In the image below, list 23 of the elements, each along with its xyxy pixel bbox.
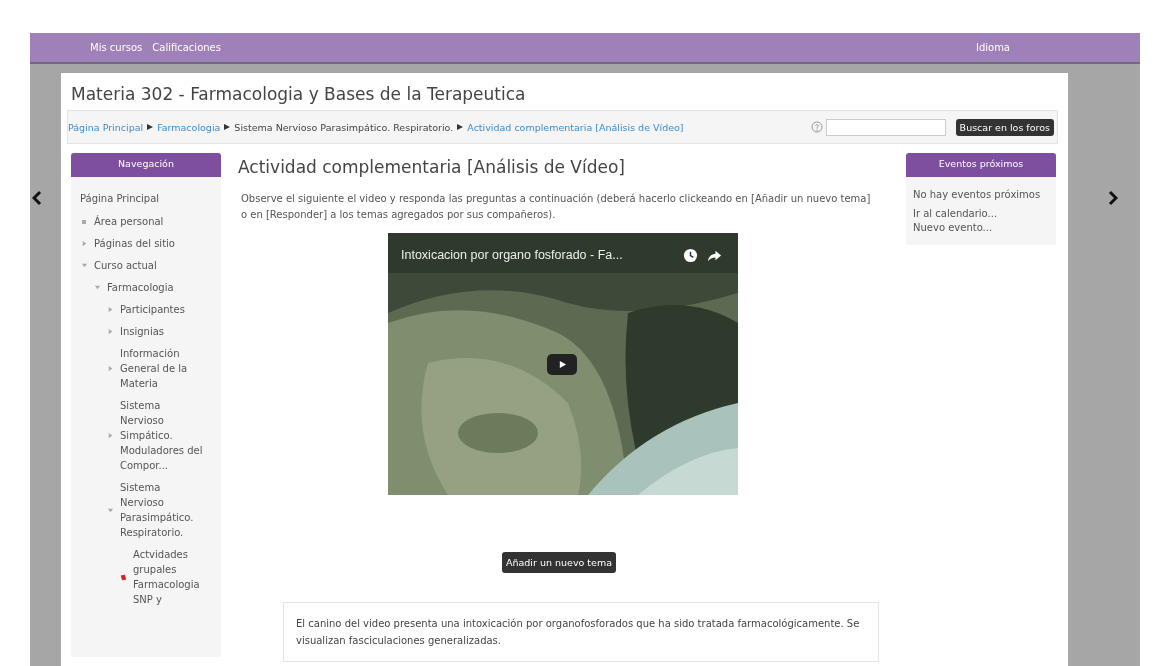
nav-item[interactable]: Curso actual (91, 258, 178, 273)
event-link[interactable]: Ir al calendario... (913, 207, 1049, 221)
activity-title: Actividad complementaria [Análisis de Vídeo] (238, 157, 626, 177)
current-section-label: Sistema Nervioso Parasimpático. Respiratorio. (234, 121, 454, 133)
nav-item[interactable]: Página Principal (77, 191, 164, 206)
nav-item[interactable]: Sistema Nervioso Parasimpático. Respiratorio. (117, 480, 204, 540)
nav-item[interactable]: Área personal (91, 214, 178, 229)
search-button[interactable]: Buscar en los foros (955, 118, 1054, 136)
event-link[interactable]: Nuevo evento... (913, 221, 1049, 235)
block-header: Eventos próximos (906, 153, 1056, 177)
add-topic-button[interactable]: Añadir un nuevo tema (502, 552, 616, 573)
block-header: Navegación (71, 153, 221, 177)
nav-item[interactable]: Información General de la Materia (117, 346, 204, 391)
empty-message: No hay eventos próximos (913, 188, 1042, 202)
nav-item[interactable]: Sistema Nervioso Simpático. Moduladores del Compor... (117, 398, 204, 473)
course-title: Materia 302 - Farmacologia y Bases de la Terapeutica (71, 84, 527, 104)
nav-item[interactable]: Insignias (117, 324, 204, 339)
intro-text: Observe el siguiente el video y responda las preguntas a continuación (deberá hacerlo clickeando en [Añadir un nuevo tema] o en [Responder] a los temas agregados por sus compañeros). (240, 192, 872, 222)
post-text: El canino del video presenta una intoxicación por organofosforados que ha sido tratada farmacológicamente. Se visualizan fasciculaciones generalizadas. (296, 617, 861, 648)
nav-item[interactable]: Farmacologia (104, 280, 191, 295)
nav-item[interactable]: Actvidades grupales Farmacologia SNP y (130, 547, 215, 607)
nav-item[interactable]: Páginas del sitio (91, 236, 178, 251)
nav-item[interactable]: Participantes (117, 302, 204, 317)
